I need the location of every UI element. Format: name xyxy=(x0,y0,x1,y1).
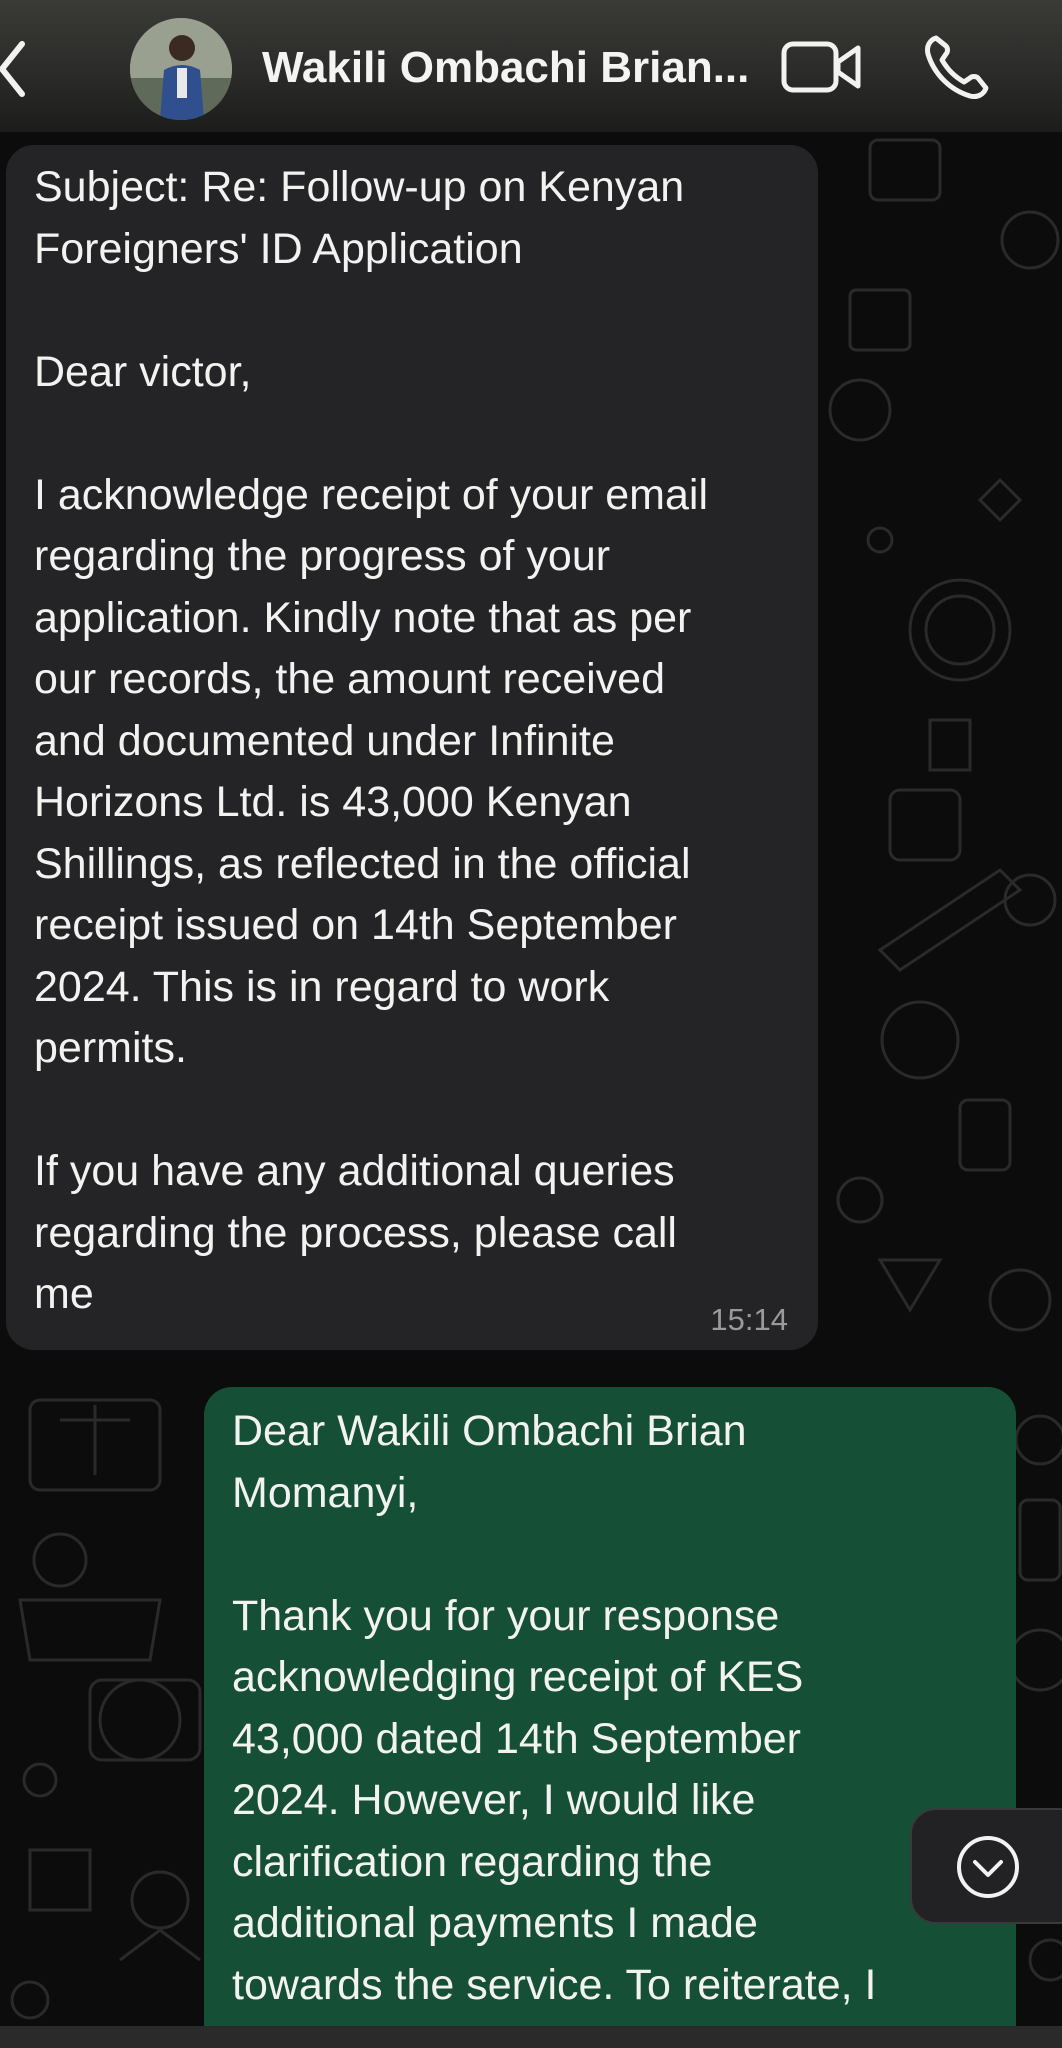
message-line: me xyxy=(34,1270,94,1318)
contact-name[interactable]: Wakili Ombachi Brian... xyxy=(262,38,752,98)
message-line: towards the service. To reiterate, I xyxy=(232,1960,877,2009)
message-line: Horizons Ltd. is 43,000 Kenyan xyxy=(34,778,632,826)
message-line: permits. xyxy=(34,1024,187,1072)
chat-screen: Wakili Ombachi Brian... Subject: Re: Fol… xyxy=(0,0,1062,2048)
message-line: Subject: Re: Follow-up on Kenyan xyxy=(34,163,685,211)
message-line xyxy=(34,280,708,342)
message-line: 43,000 dated 14th September xyxy=(232,1714,801,1763)
message-timestamp: 15:14 xyxy=(710,1302,788,1337)
message-line: Momanyi, xyxy=(232,1468,419,1517)
incoming-message-bubble[interactable]: Subject: Re: Follow-up on Kenyan Foreign… xyxy=(6,145,818,1350)
message-line: I acknowledge receipt of your email xyxy=(34,470,709,519)
message-line: Shillings, as reflected in the official xyxy=(34,839,691,888)
message-line: clarification regarding the xyxy=(232,1837,713,1886)
outgoing-message-text: Dear Wakili Ombachi Brian Momanyi, Thank… xyxy=(232,1401,877,2016)
message-line: acknowledging receipt of KES xyxy=(232,1653,804,1701)
message-line: Foreigners' ID Application xyxy=(34,224,523,273)
scroll-to-bottom-button[interactable] xyxy=(910,1808,1062,1924)
video-camera-icon[interactable] xyxy=(780,38,864,96)
message-line: regarding the process, please call xyxy=(34,1208,677,1257)
message-line xyxy=(34,1080,708,1142)
message-line: application. Kindly note that as per xyxy=(34,593,692,642)
message-line: and documented under Infinite xyxy=(34,716,615,765)
message-line: receipt issued on 14th September xyxy=(34,901,678,949)
chat-header: Wakili Ombachi Brian... xyxy=(0,0,1062,132)
chevron-down-circle-icon xyxy=(957,1836,1019,1898)
message-line: Thank you for your response xyxy=(232,1591,780,1640)
message-line xyxy=(232,1524,877,1586)
message-line: Dear victor, xyxy=(34,347,252,396)
incoming-message-text: Subject: Re: Follow-up on Kenyan Foreign… xyxy=(34,157,708,1326)
message-line: our records, the amount received xyxy=(34,655,665,703)
message-line: Dear Wakili Ombachi Brian xyxy=(232,1407,747,1455)
message-line: 2024. This is in regard to work xyxy=(34,962,610,1011)
message-line: regarding the progress of your xyxy=(34,532,611,580)
outgoing-message-bubble[interactable]: Dear Wakili Ombachi Brian Momanyi, Thank… xyxy=(204,1387,1016,2048)
message-line: 2024. However, I would like xyxy=(232,1776,756,1824)
message-line: If you have any additional queries xyxy=(34,1147,675,1195)
chevron-left-icon[interactable] xyxy=(0,36,40,102)
contact-avatar[interactable] xyxy=(130,18,232,120)
bottom-bar xyxy=(0,2026,1062,2048)
phone-icon[interactable] xyxy=(922,32,992,102)
message-line xyxy=(34,403,708,465)
message-line: additional payments I made xyxy=(232,1899,758,1947)
